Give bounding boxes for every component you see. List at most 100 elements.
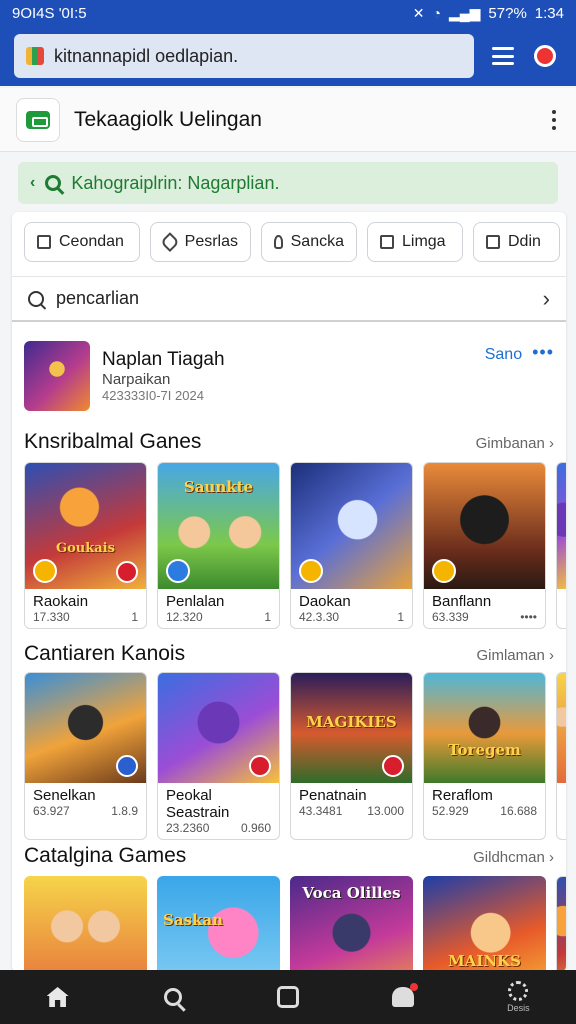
game-card[interactable]: Senelkan 63.927 1.8.9 [24,672,147,840]
shield-icon [249,755,271,777]
game-meta: 63.927 1.8.9 [33,804,138,818]
game-meta: 43.3481 13.000 [299,804,404,818]
section-header: Catalgina Games Gildhcman › [24,844,554,868]
game-row: Saskan Voca Olilles MAINKS [24,876,566,972]
clock-text: 1:34 [534,4,564,22]
game-meta: 12.320 1 [166,610,271,624]
game-card[interactable] [24,876,147,972]
section-see-all-link[interactable]: Gimbanan › [476,435,554,452]
coin-icon [432,559,456,583]
art-title: MAINKS [448,951,521,970]
search-banner[interactable]: ‹ Kahograiplrin: Nagarplian. [18,162,558,204]
game-art: Saskan [157,876,280,972]
pen-icon [160,232,180,252]
more-options-icon[interactable] [548,106,560,134]
settings-icon [508,981,529,1001]
nav-settings[interactable]: Desis [488,970,548,1024]
nav-library[interactable] [258,970,318,1024]
status-right: ✕ ◔ ▂▄▆ 57?% 1:34 [413,5,564,22]
section-header: Knsribalmal Ganes Gimbanan › [24,430,554,454]
game-name: Penatnain [299,787,367,804]
shield-icon [382,755,404,777]
game-art [557,673,566,783]
section-title: Catalgina Games [24,844,187,867]
nav-settings-label: Desis [507,1003,530,1013]
more-horizontal-icon[interactable]: ••• [532,342,554,363]
game-card-partial[interactable] [556,462,566,629]
coin-icon [33,559,57,583]
app-header: Tekaagiolk Uelingan [0,88,576,152]
gamepad-icon [116,755,138,777]
game-meta: 17.330 1 [33,610,138,624]
user-icon [274,235,283,249]
main-card: Ceondan Pesrlas Sancka Limga Ddin pencar… [12,212,566,972]
game-name: Daokan [299,593,351,610]
game-card-partial[interactable] [556,876,566,972]
featured-title: Naplan Tiagah [102,349,225,370]
section-see-all-link[interactable]: Gimlaman › [476,647,554,664]
game-card[interactable]: Toregem Reraflom 52.929 16.688 [423,672,546,840]
chip-ddin[interactable]: Ddin [473,222,560,262]
game-name: Peokal Seastrain [166,787,230,821]
featured-info: Naplan Tiagah Narpaikan 423333I0-7I 2024 [102,349,225,403]
game-card[interactable]: MAINKS [423,876,546,972]
game-card[interactable]: Peokal Seastrain 23.2360 0.960 [157,672,280,840]
game-meta: 63.339 •••• [432,610,537,624]
art-title: Saunkte [183,478,254,497]
game-meta: 42.3.30 1 [299,610,404,624]
featured-item[interactable]: Naplan Tiagah Narpaikan 423333I0-7I 2024… [24,340,554,412]
status-left-text: 9OI4S '0I:5 [12,4,87,22]
search-icon [28,290,44,307]
game-card[interactable]: Voca Olilles [290,876,413,972]
game-card[interactable]: Goukais Raokain 17.330 1 [24,462,147,629]
document-icon [486,235,500,249]
nav-home[interactable] [28,970,88,1024]
search-input[interactable]: pencarlian [56,288,139,309]
search-field[interactable]: pencarlian › [12,276,566,322]
search-icon [45,175,62,191]
game-art [424,463,545,589]
game-name: Penlalan [166,593,225,610]
chip-ceondan[interactable]: Ceondan [24,222,140,262]
chip-pesrlas[interactable]: Pesrlas [150,222,251,262]
chevron-left-icon[interactable]: ‹ [30,174,35,192]
game-art [158,673,279,783]
section-see-all-link[interactable]: Gildhcman › [473,849,554,866]
section-header: Cantiaren Kanois Gimlaman › [24,642,554,666]
chip-sancka[interactable]: Sancka [261,222,357,262]
status-bar: 9OI4S '0I:5 ✕ ◔ ▂▄▆ 57?% 1:34 [0,0,576,26]
app-logo [16,97,60,142]
game-art: MAGIKIES [291,673,412,783]
game-name: Reraflom [432,787,493,804]
game-card[interactable]: Saskan [157,876,280,972]
chip-limga[interactable]: Limga [367,222,463,262]
art-title: Saskan [163,911,224,930]
url-bar[interactable]: kitnannapidl oedlapian. [14,34,474,78]
game-art [24,876,147,972]
game-meta: 52.929 16.688 [432,804,537,818]
wallet-icon [26,110,50,129]
art-title: MAGIKIES [306,712,397,731]
game-card[interactable]: Banflann 63.339 •••• [423,462,546,629]
nav-search[interactable] [143,970,203,1024]
section-title: Cantiaren Kanois [24,642,186,665]
square-icon [276,986,299,1008]
game-card[interactable]: Daokan 42.3.30 1 [290,462,413,629]
nav-notifications[interactable] [373,970,433,1024]
menu-icon[interactable] [492,47,514,65]
featured-thumbnail [24,341,90,411]
search-icon [163,988,182,1006]
coin-icon [299,559,323,583]
game-card-partial[interactable] [556,672,566,840]
notification-badge-icon[interactable] [534,45,556,67]
game-row: Goukais Raokain 17.330 1 Saunkte Penlalan… [24,462,566,629]
bottom-nav: Desis [0,970,576,1024]
game-card[interactable]: Saunkte Penlalan 12.320 1 [157,462,280,629]
site-icon [26,47,44,65]
featured-action-link[interactable]: Sano [485,346,522,364]
game-card[interactable]: MAGIKIES Penatnain 43.3481 13.000 [290,672,413,840]
chip-label: Sancka [290,233,344,250]
chevron-right-icon[interactable]: › [543,286,550,312]
featured-date: 423333I0-7I 2024 [102,388,204,403]
game-art [557,463,566,589]
